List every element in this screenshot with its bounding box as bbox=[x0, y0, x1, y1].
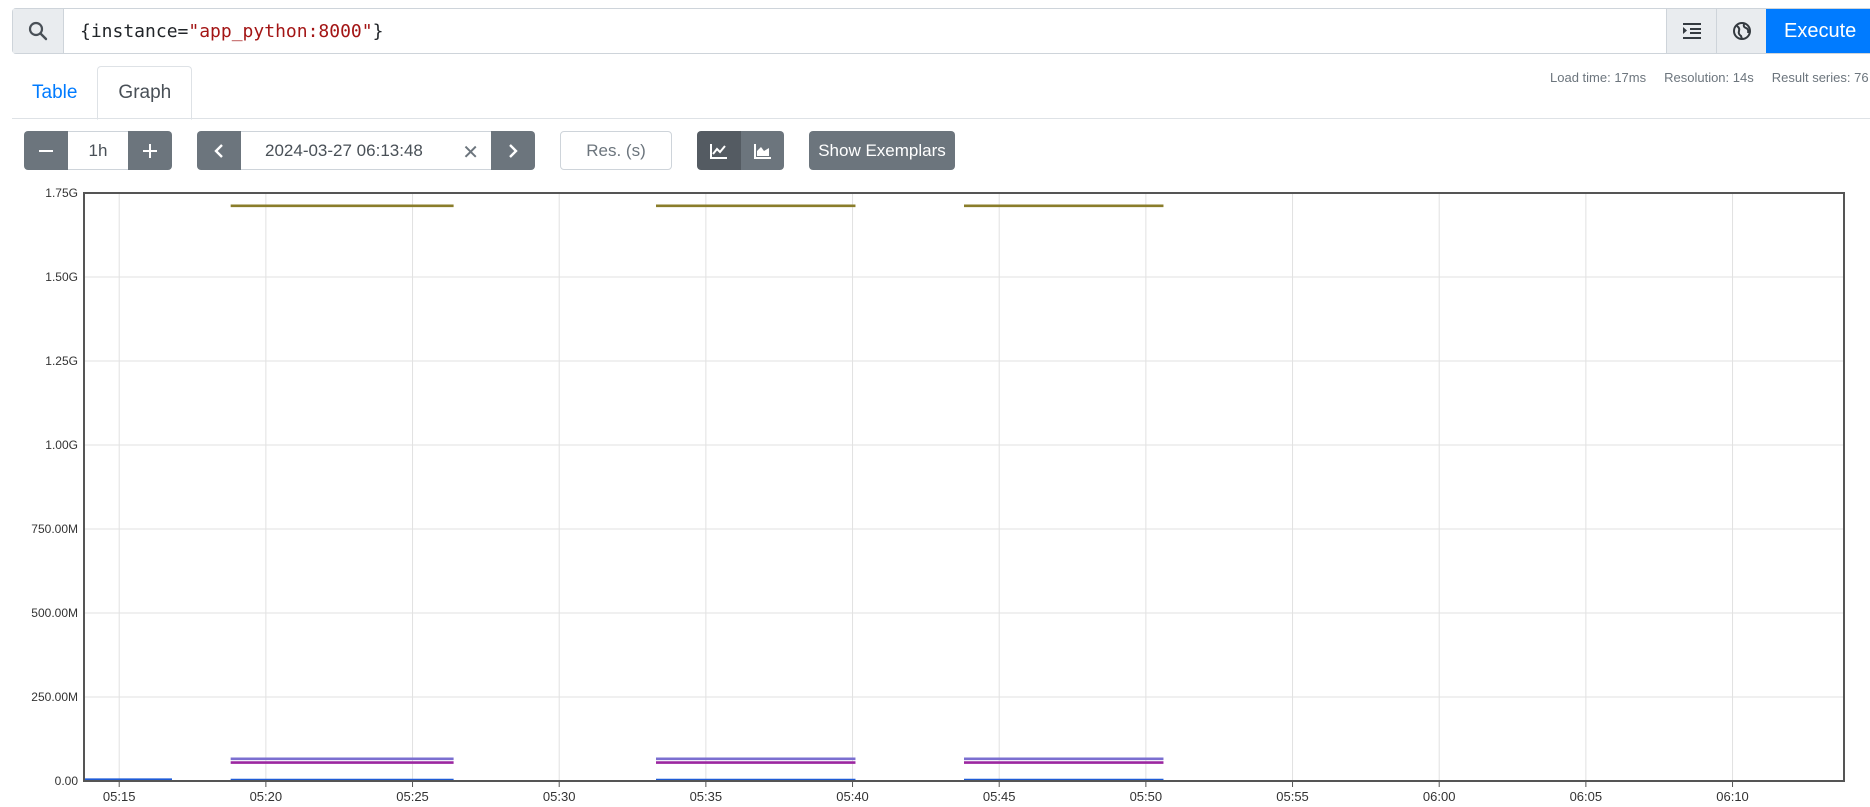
y-tick-label: 250.00M bbox=[31, 690, 78, 704]
y-tick-label: 1.25G bbox=[45, 354, 78, 368]
x-tick-label: 05:40 bbox=[836, 789, 869, 804]
increase-range-button[interactable] bbox=[128, 131, 172, 170]
x-tick-label: 05:55 bbox=[1276, 789, 1309, 804]
search-icon bbox=[28, 21, 48, 41]
graph-chart: 0.00 250.00M 500.00M 750.00M 1.00G 1.25G 1.50G… bbox=[31, 186, 1845, 804]
x-tick-label: 06:10 bbox=[1716, 789, 1749, 804]
previous-time-button[interactable] bbox=[197, 131, 241, 170]
x-tick-label: 05:20 bbox=[250, 789, 283, 804]
indent-icon bbox=[1682, 23, 1701, 39]
x-tick-label: 05:35 bbox=[690, 789, 723, 804]
globe-icon bbox=[1732, 22, 1751, 40]
tab-graph[interactable]: Graph bbox=[97, 66, 193, 120]
x-tick-label: 05:50 bbox=[1130, 789, 1163, 804]
show-exemplars-button[interactable]: Show Exemplars bbox=[809, 131, 955, 170]
y-tick-label: 1.50G bbox=[45, 270, 78, 284]
end-time-input[interactable]: 2024-03-27 06:13:48 ✕ bbox=[241, 131, 491, 170]
y-tick-label: 1.00G bbox=[45, 438, 78, 452]
minus-icon bbox=[39, 149, 53, 152]
chevron-left-icon bbox=[214, 143, 223, 158]
next-time-button[interactable] bbox=[491, 131, 535, 170]
y-tick-label: 500.00M bbox=[31, 606, 78, 620]
unstacked-button[interactable] bbox=[697, 131, 741, 170]
end-time-text: 2024-03-27 06:13:48 bbox=[265, 140, 423, 160]
plus-icon bbox=[143, 143, 157, 158]
result-series: Result series: 76 bbox=[1771, 70, 1869, 85]
load-time: Load time: 17ms bbox=[1550, 70, 1647, 85]
query-input[interactable]: {instance= "app_python:8000"} bbox=[64, 9, 1666, 53]
x-tick-label: 05:30 bbox=[543, 789, 576, 804]
end-time-control: 2024-03-27 06:13:48 ✕ bbox=[197, 131, 535, 170]
clear-time-icon[interactable]: ✕ bbox=[462, 140, 479, 165]
query-bar: {instance= "app_python:8000"} Execute bbox=[12, 8, 1870, 54]
graph-panel: 0.00 250.00M 500.00M 750.00M 1.00G 1.25G 1.50G… bbox=[0, 185, 1870, 807]
y-tick-label: 0.00 bbox=[55, 774, 79, 788]
search-icon-box bbox=[13, 9, 64, 53]
range-control: 1h bbox=[24, 131, 172, 170]
x-tick-label: 05:45 bbox=[983, 789, 1016, 804]
chart-type-toggle bbox=[697, 131, 784, 170]
query-text-string: "app_python:8000" bbox=[188, 20, 373, 42]
format-query-button[interactable] bbox=[1666, 9, 1716, 53]
x-tick-label: 05:15 bbox=[103, 789, 136, 804]
y-tick-label: 1.75G bbox=[45, 186, 78, 200]
area-chart-icon bbox=[753, 143, 771, 159]
decrease-range-button[interactable] bbox=[24, 131, 68, 170]
execute-button[interactable]: Execute bbox=[1766, 9, 1870, 53]
metrics-explorer-button[interactable] bbox=[1716, 9, 1766, 53]
query-text-prefix: {instance= bbox=[80, 20, 189, 42]
query-text-suffix: } bbox=[372, 20, 384, 42]
resolution: Resolution: 14s bbox=[1664, 70, 1754, 85]
x-tick-label: 06:05 bbox=[1570, 789, 1603, 804]
query-stats: Load time: 17ms Resolution: 14s Result s… bbox=[1550, 70, 1869, 85]
line-chart-icon bbox=[710, 143, 727, 159]
x-tick-label: 05:25 bbox=[396, 789, 429, 804]
chevron-right-icon bbox=[509, 143, 518, 158]
plot-background bbox=[84, 193, 1844, 781]
resolution-input[interactable]: Res. (s) bbox=[560, 131, 672, 170]
y-tick-label: 750.00M bbox=[31, 522, 78, 536]
tab-table[interactable]: Table bbox=[12, 66, 97, 119]
stacked-button[interactable] bbox=[741, 131, 784, 170]
view-tabs: Table Graph bbox=[12, 66, 193, 120]
tabs-divider bbox=[12, 118, 1870, 119]
x-tick-label: 06:00 bbox=[1423, 789, 1456, 804]
range-input[interactable]: 1h bbox=[68, 131, 128, 170]
